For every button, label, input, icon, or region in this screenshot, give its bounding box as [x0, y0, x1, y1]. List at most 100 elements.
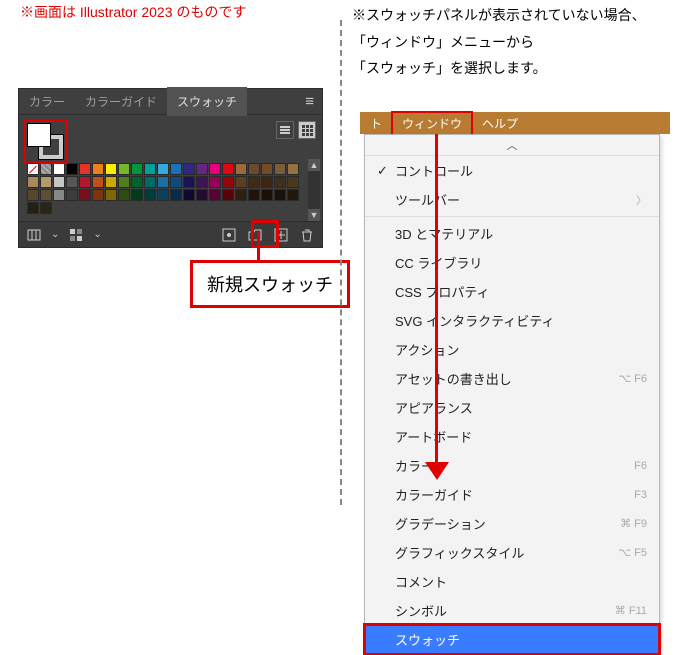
- swatch-cell[interactable]: [79, 163, 91, 175]
- swatch-cell[interactable]: [235, 189, 247, 201]
- menu-item-appearance[interactable]: アピアランス: [365, 393, 659, 422]
- swatch-cell[interactable]: [79, 176, 91, 188]
- swatch-cell[interactable]: [222, 189, 234, 201]
- swatch-cell[interactable]: [209, 176, 221, 188]
- menu-item-3d[interactable]: 3D とマテリアル: [365, 219, 659, 248]
- panel-menu-icon[interactable]: ≡: [297, 93, 322, 110]
- menu-item-colorguide[interactable]: カラーガイドF3: [365, 480, 659, 509]
- swatch-cell[interactable]: [53, 163, 65, 175]
- swatch-cell[interactable]: [157, 163, 169, 175]
- swatch-cell[interactable]: [170, 189, 182, 201]
- fill-stroke-control[interactable]: [27, 123, 63, 159]
- swatch-cell[interactable]: [274, 189, 286, 201]
- swatch-cell[interactable]: [196, 176, 208, 188]
- swatch-cell[interactable]: [261, 189, 273, 201]
- swatch-registration[interactable]: [40, 163, 52, 175]
- swatch-cell[interactable]: [105, 176, 117, 188]
- grid-view-icon[interactable]: [298, 121, 316, 139]
- swatch-cell[interactable]: [105, 163, 117, 175]
- swatch-cell[interactable]: [170, 163, 182, 175]
- swatch-cell[interactable]: [131, 176, 143, 188]
- menu-item-action[interactable]: アクション: [365, 335, 659, 364]
- swatch-cell[interactable]: [235, 163, 247, 175]
- menu-item-color[interactable]: カラーF6: [365, 451, 659, 480]
- swatch-cell[interactable]: [40, 202, 52, 214]
- menu-item-comment[interactable]: コメント: [365, 567, 659, 596]
- swatch-scrollbar[interactable]: ▲ ▼: [308, 159, 320, 221]
- list-view-icon[interactable]: [276, 121, 294, 139]
- swatch-cell[interactable]: [53, 189, 65, 201]
- swatch-cell[interactable]: [157, 176, 169, 188]
- swatch-cell[interactable]: [222, 176, 234, 188]
- menu-scroll-up-icon[interactable]: ︿: [365, 135, 659, 156]
- swatch-cell[interactable]: [92, 176, 104, 188]
- menu-item-asset[interactable]: アセットの書き出し⌥ F6: [365, 364, 659, 393]
- swatch-cell[interactable]: [79, 189, 91, 201]
- swatch-cell[interactable]: [27, 202, 39, 214]
- swatch-cell[interactable]: [131, 189, 143, 201]
- swatch-cell[interactable]: [66, 163, 78, 175]
- swatch-cell[interactable]: [196, 189, 208, 201]
- swatch-cell[interactable]: [66, 189, 78, 201]
- swatch-libraries-icon[interactable]: [25, 226, 43, 244]
- swatch-cell[interactable]: [209, 189, 221, 201]
- swatch-cell[interactable]: [235, 176, 247, 188]
- menu-item-control[interactable]: ✓コントロール: [365, 156, 659, 185]
- swatch-cell[interactable]: [131, 163, 143, 175]
- swatch-cell[interactable]: [144, 163, 156, 175]
- new-color-group-icon[interactable]: [246, 226, 264, 244]
- menu-item-swatches[interactable]: スウォッチ: [365, 625, 659, 654]
- swatch-options-icon[interactable]: [220, 226, 238, 244]
- tab-color-guide[interactable]: カラーガイド: [75, 87, 167, 116]
- swatch-cell[interactable]: [27, 189, 39, 201]
- swatch-cell[interactable]: [248, 176, 260, 188]
- swatch-cell[interactable]: [248, 163, 260, 175]
- menubar-help[interactable]: ヘルプ: [472, 112, 528, 135]
- swatch-cell[interactable]: [183, 189, 195, 201]
- swatch-grid[interactable]: [27, 163, 314, 214]
- menu-item-symbol[interactable]: シンボル⌘ F11: [365, 596, 659, 625]
- menu-item-artboard[interactable]: アートボード: [365, 422, 659, 451]
- swatch-kinds-icon[interactable]: [67, 226, 85, 244]
- scroll-up-icon[interactable]: ▲: [308, 159, 320, 171]
- menubar-window[interactable]: ウィンドウ: [392, 112, 472, 135]
- scroll-down-icon[interactable]: ▼: [308, 209, 320, 221]
- swatch-cell[interactable]: [118, 176, 130, 188]
- swatch-cell[interactable]: [261, 163, 273, 175]
- tab-swatches[interactable]: スウォッチ: [167, 87, 247, 116]
- menu-item-svg[interactable]: SVG インタラクティビティ: [365, 306, 659, 335]
- swatch-cell[interactable]: [287, 189, 299, 201]
- swatch-none[interactable]: [27, 163, 39, 175]
- swatch-cell[interactable]: [248, 189, 260, 201]
- swatch-cell[interactable]: [183, 176, 195, 188]
- swatch-cell[interactable]: [287, 163, 299, 175]
- swatch-cell[interactable]: [209, 163, 221, 175]
- swatch-cell[interactable]: [261, 176, 273, 188]
- swatch-cell[interactable]: [53, 176, 65, 188]
- swatch-cell[interactable]: [118, 189, 130, 201]
- swatch-cell[interactable]: [118, 163, 130, 175]
- swatch-cell[interactable]: [27, 176, 39, 188]
- menu-item-toolbar[interactable]: ツールバー〉: [365, 185, 659, 214]
- menu-item-css[interactable]: CSS プロパティ: [365, 277, 659, 306]
- swatch-cell[interactable]: [183, 163, 195, 175]
- swatch-cell[interactable]: [157, 189, 169, 201]
- swatch-cell[interactable]: [66, 176, 78, 188]
- new-swatch-icon[interactable]: [272, 226, 290, 244]
- swatch-cell[interactable]: [170, 176, 182, 188]
- swatch-cell[interactable]: [222, 163, 234, 175]
- menu-item-gradient[interactable]: グラデーション⌘ F9: [365, 509, 659, 538]
- swatch-cell[interactable]: [274, 176, 286, 188]
- tab-color[interactable]: カラー: [19, 87, 75, 116]
- menu-item-cclib[interactable]: CC ライブラリ: [365, 248, 659, 277]
- swatch-cell[interactable]: [287, 176, 299, 188]
- swatch-cell[interactable]: [105, 189, 117, 201]
- menubar-prev-item[interactable]: ト: [360, 112, 392, 135]
- swatch-cell[interactable]: [40, 189, 52, 201]
- swatch-cell[interactable]: [196, 163, 208, 175]
- delete-swatch-icon[interactable]: [298, 226, 316, 244]
- swatch-cell[interactable]: [92, 189, 104, 201]
- swatch-cell[interactable]: [274, 163, 286, 175]
- menu-item-gstyle[interactable]: グラフィックスタイル⌥ F5: [365, 538, 659, 567]
- swatch-cell[interactable]: [144, 189, 156, 201]
